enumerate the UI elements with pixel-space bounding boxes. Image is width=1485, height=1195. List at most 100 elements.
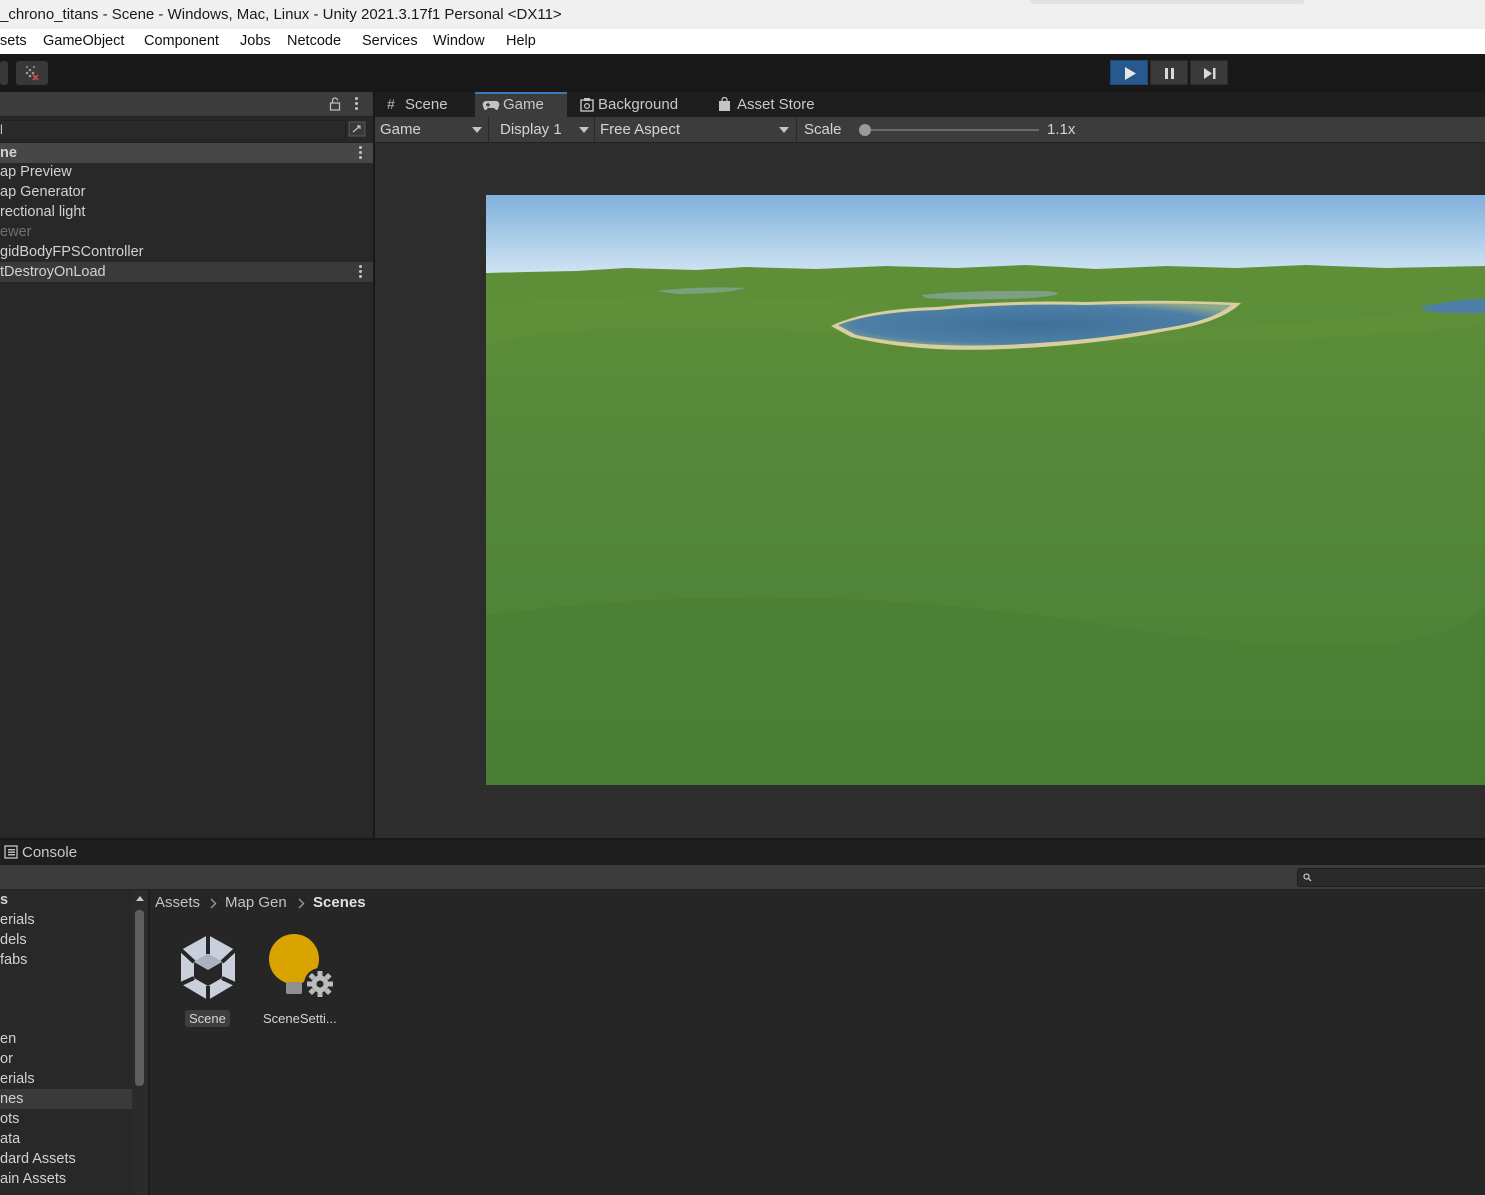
title-bar-overlay (1030, 0, 1305, 4)
breadcrumb-map-gen[interactable]: Map Gen (225, 893, 287, 913)
tree-item[interactable]: erials (0, 1069, 132, 1089)
menu-bar: sets GameObject Component Jobs Netcode S… (0, 29, 1485, 55)
game-view-controls: Game Display 1 Free Aspect Scale 1.1x (375, 117, 1485, 143)
main-toolbar (0, 54, 1485, 92)
toolbar-partial-button[interactable] (0, 61, 8, 85)
asset-label: Scene (189, 1011, 226, 1026)
pause-icon (1165, 68, 1174, 79)
unity-scene-icon (179, 935, 237, 1000)
tab-game[interactable]: Game (475, 92, 567, 117)
asset-scene-settings[interactable]: SceneSetti... (258, 932, 350, 1030)
tab-console[interactable]: Console (0, 840, 90, 865)
menu-gameobject[interactable]: GameObject (43, 33, 124, 49)
breadcrumb-assets[interactable]: Assets (155, 893, 200, 913)
tree-item[interactable] (0, 1010, 132, 1030)
tree-item[interactable] (0, 990, 132, 1010)
scene-name: ne (0, 145, 17, 161)
scale-label: Scale (804, 121, 842, 138)
asset-label: SceneSetti... (263, 1011, 337, 1026)
scene-header-row[interactable]: ne (0, 142, 373, 163)
hierarchy-header (0, 92, 373, 117)
menu-help[interactable]: Help (506, 33, 536, 49)
tab-scene[interactable]: # Scene (385, 92, 475, 117)
menu-assets[interactable]: sets (0, 33, 27, 49)
pause-button[interactable] (1150, 60, 1188, 85)
hierarchy-panel: l ne ap Preview ap Generator rectional l… (0, 92, 375, 838)
scale-slider[interactable] (859, 124, 1039, 136)
game-view-panel: # Scene Game Background Asset Store Game… (375, 92, 1485, 838)
asset-scene[interactable]: Scene (172, 932, 244, 1030)
dontdestroyonload-menu-icon[interactable] (359, 265, 363, 279)
search-icon (1303, 873, 1312, 882)
lighting-settings-icon (269, 934, 336, 1000)
window-title: _chrono_titans - Scene - Windows, Mac, L… (0, 6, 562, 23)
collab-button[interactable] (16, 61, 48, 85)
hierarchy-item-dontdestroyonload[interactable]: tDestroyOnLoad (0, 262, 373, 283)
tree-item[interactable]: dels (0, 930, 132, 950)
hierarchy-item-map-generator[interactable]: ap Generator (0, 182, 373, 202)
chevron-down-icon (779, 127, 789, 133)
project-files-area: Assets Map Gen Scenes Scene SceneSetti..… (150, 890, 1485, 1195)
breadcrumb-scenes: Scenes (313, 894, 366, 911)
tree-item[interactable]: erials (0, 910, 132, 930)
hash-icon: # (387, 96, 395, 112)
tree-item-selected[interactable]: nes (0, 1089, 132, 1109)
chevron-right-icon (298, 898, 305, 909)
chevron-down-icon (579, 127, 589, 133)
menu-netcode[interactable]: Netcode (287, 33, 341, 49)
scroll-up-icon[interactable] (135, 895, 145, 902)
step-button[interactable] (1190, 60, 1228, 85)
scale-value: 1.1x (1047, 121, 1076, 138)
hierarchy-menu-icon[interactable] (355, 97, 359, 111)
tree-item[interactable]: s (0, 890, 132, 910)
hierarchy-item-map-preview[interactable]: ap Preview (0, 162, 373, 182)
hierarchy-item-directional-light[interactable]: rectional light (0, 202, 373, 222)
divider (594, 117, 595, 142)
project-folder-tree: s erials dels fabs en or erials nes ots … (0, 890, 150, 1195)
menu-component[interactable]: Component (144, 33, 219, 49)
tree-item[interactable]: dard Assets (0, 1149, 132, 1169)
menu-window[interactable]: Window (433, 33, 485, 49)
collab-icon (25, 66, 39, 81)
tree-scrollbar[interactable] (132, 890, 148, 1195)
gamepad-icon (482, 101, 500, 110)
terrain-render (486, 195, 1485, 785)
hierarchy-item-viewer[interactable]: ewer (0, 222, 373, 242)
background-task-icon (580, 98, 594, 112)
game-viewport[interactable] (486, 195, 1485, 785)
tree-item[interactable]: en (0, 1029, 132, 1049)
hierarchy-search-input[interactable]: l (0, 120, 346, 140)
project-panel: Console s erials dels fabs en or erials … (0, 838, 1485, 1195)
lock-icon[interactable] (329, 97, 341, 111)
tree-item[interactable]: ain Assets (0, 1169, 132, 1189)
menu-jobs[interactable]: Jobs (240, 33, 271, 49)
tree-scrollbar-thumb[interactable] (135, 910, 144, 1086)
search-options-icon[interactable] (348, 121, 366, 137)
hierarchy-item-rigidbody-fps-controller[interactable]: gidBodyFPSController (0, 242, 373, 262)
chevron-right-icon (210, 898, 217, 909)
play-icon (1125, 67, 1136, 80)
bottom-tabs: Console (0, 838, 1485, 865)
project-toolbar (0, 865, 1485, 890)
divider (488, 117, 489, 142)
tree-item[interactable] (0, 970, 132, 990)
play-button[interactable] (1110, 60, 1148, 85)
tree-item[interactable]: fabs (0, 950, 132, 970)
tree-item[interactable]: ots (0, 1109, 132, 1129)
step-icon (1204, 68, 1216, 79)
game-dropdown[interactable]: Game (380, 117, 485, 142)
window-title-bar: _chrono_titans - Scene - Windows, Mac, L… (0, 0, 1485, 29)
shopping-bag-icon (719, 97, 730, 111)
tree-item[interactable]: or (0, 1049, 132, 1069)
project-search-input[interactable] (1297, 868, 1485, 887)
scene-menu-icon[interactable] (359, 146, 363, 160)
chevron-down-icon (472, 127, 482, 133)
tab-background[interactable]: Background (575, 92, 695, 117)
scale-slider-thumb[interactable] (859, 124, 871, 136)
aspect-dropdown[interactable]: Free Aspect (600, 117, 792, 142)
menu-services[interactable]: Services (362, 33, 418, 49)
console-icon (4, 845, 18, 859)
tab-asset-store[interactable]: Asset Store (715, 92, 830, 117)
tree-item[interactable]: ata (0, 1129, 132, 1149)
display-dropdown[interactable]: Display 1 (500, 117, 589, 142)
